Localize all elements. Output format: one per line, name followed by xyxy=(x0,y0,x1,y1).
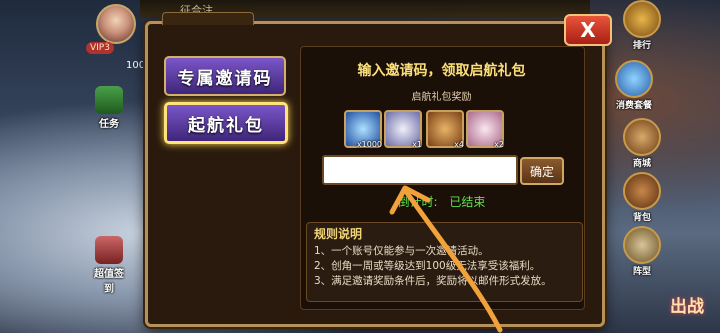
bag-button[interactable]: 背包 xyxy=(620,172,664,223)
ranking-icon xyxy=(623,0,661,38)
task-icon xyxy=(95,86,123,114)
formation-button[interactable]: 阵型 xyxy=(620,226,664,277)
bag-label: 背包 xyxy=(632,213,651,223)
consume-pack-button[interactable]: 消费套餐 xyxy=(612,60,656,111)
hero-portrait-icon[interactable]: x1 xyxy=(384,110,422,149)
bag-icon xyxy=(623,172,661,210)
countdown-label: 倒计时: xyxy=(397,195,438,209)
invite-code-input[interactable] xyxy=(322,155,518,185)
close-button[interactable]: X xyxy=(564,14,612,46)
dialog-heading: 输入邀请码，领取启航礼包 xyxy=(357,63,526,79)
tab-invite-code[interactable]: 专属邀请码 xyxy=(164,56,286,96)
dialog-title-tab xyxy=(162,12,254,25)
rewards-subheading: 启航礼包奖励 xyxy=(411,92,472,103)
rule-line: 1、一个账号仅能参与一次邀请活动。 xyxy=(314,245,489,257)
ranking-button[interactable]: 排行 xyxy=(620,0,664,51)
gem-icon xyxy=(615,60,653,98)
treasure-chest-icon[interactable]: x4 xyxy=(426,110,464,149)
countdown-value: 已结束 xyxy=(449,195,486,209)
signin-icon xyxy=(95,236,123,264)
shop-icon xyxy=(623,118,661,156)
player-avatar[interactable] xyxy=(96,4,136,44)
confirm-button[interactable]: 确定 xyxy=(520,157,564,185)
diamond-icon[interactable]: x1000 xyxy=(344,110,382,149)
formation-icon xyxy=(623,226,661,264)
shop-label: 商城 xyxy=(632,159,651,169)
fight-button[interactable]: 出战 xyxy=(658,287,716,327)
rules-title: 规则说明 xyxy=(314,227,363,241)
reward-qty: x1 xyxy=(412,140,422,149)
formation-label: 阵型 xyxy=(632,267,651,277)
rule-line: 2、创角一周或等级达到100级无法享受该福利。 xyxy=(314,260,541,272)
reward-qty: x4 xyxy=(454,140,464,149)
signin-label: 超值签到 xyxy=(94,269,124,295)
shop-button[interactable]: 商城 xyxy=(620,118,664,169)
ranking-label: 排行 xyxy=(632,41,651,51)
pet-portrait-icon[interactable]: x2 xyxy=(466,110,504,149)
tab-launch-pack[interactable]: 起航礼包 xyxy=(164,102,288,144)
countdown-status: 倒计时: 已结束 xyxy=(300,193,583,210)
task-button[interactable]: 任务 xyxy=(92,86,126,130)
rule-line: 3、满足邀请奖励条件后，奖励将以邮件形式发放。 xyxy=(314,275,552,287)
player-level: 100 xyxy=(126,60,146,71)
task-label: 任务 xyxy=(99,119,119,130)
consume-pack-label: 消费套餐 xyxy=(615,101,652,111)
signin-button[interactable]: 超值签到 xyxy=(92,236,126,295)
reward-qty: x2 xyxy=(494,140,504,149)
vip-badge: VIP3 xyxy=(86,42,114,54)
reward-qty: x1000 xyxy=(356,140,382,149)
